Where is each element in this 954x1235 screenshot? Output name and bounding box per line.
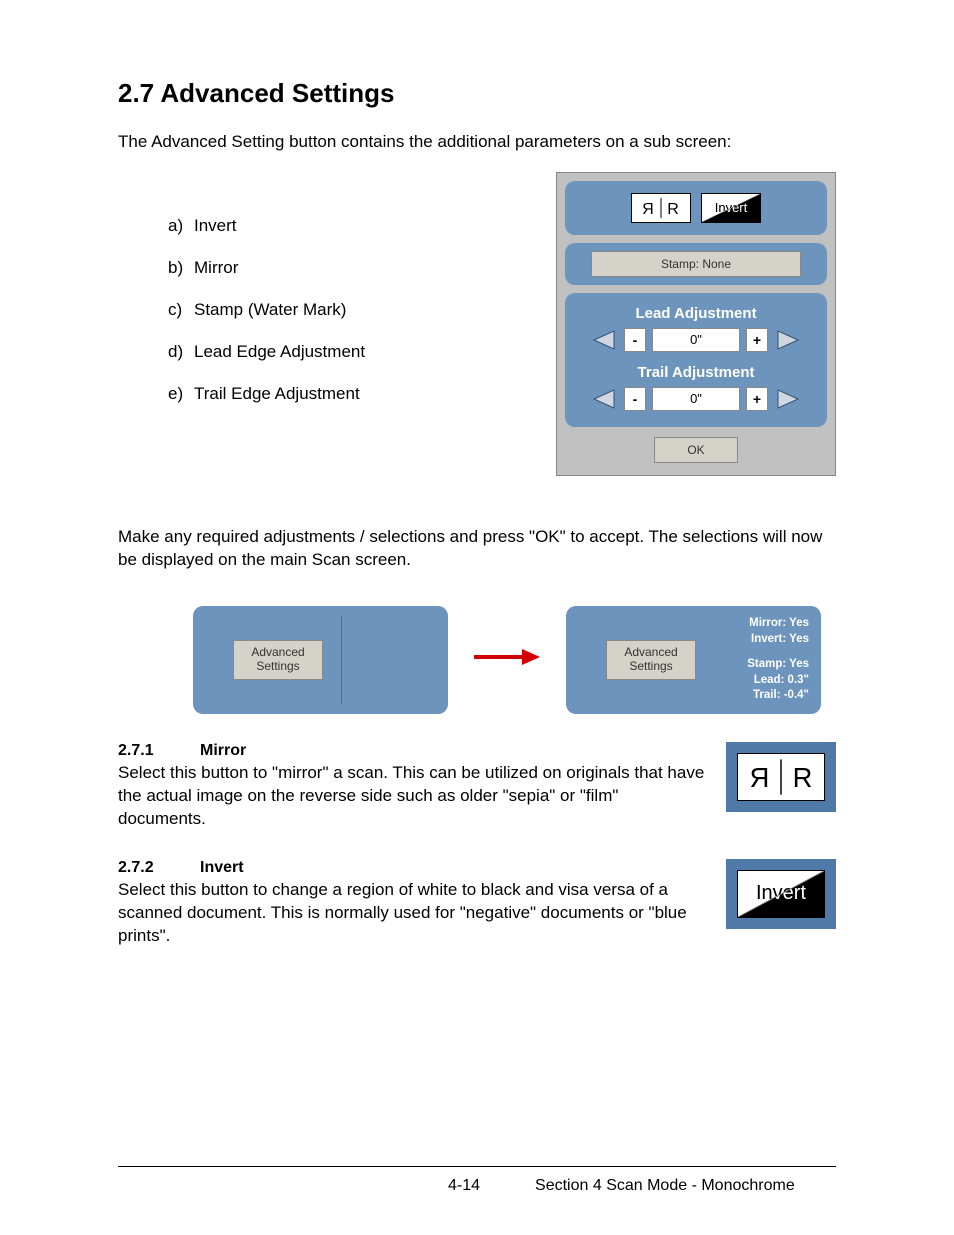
status-stamp: Stamp: Yes — [747, 657, 809, 673]
trail-decrease-arrow[interactable] — [590, 387, 618, 411]
lead-decrease-arrow[interactable] — [590, 328, 618, 352]
adv-btn-line1: Advanced — [251, 646, 304, 660]
sub1-title: Mirror — [200, 742, 246, 759]
status-mirror: Mirror: Yes — [747, 616, 809, 632]
status-invert: Invert: Yes — [747, 632, 809, 648]
advanced-settings-dialog: R R Invert Stamp: None Lead Adjustment — [556, 172, 836, 476]
footer-section: Section 4 Scan Mode - Monochrome — [535, 1177, 795, 1195]
feature-item-d: d)Lead Edge Adjustment — [168, 342, 365, 362]
stamp-button-label: Stamp: None — [661, 257, 731, 271]
result-panels-row: Advanced Settings Advanced Settings Mirr… — [178, 606, 836, 714]
intro-text: The Advanced Setting button contains the… — [118, 131, 836, 154]
sub2-num: 2.7.2 — [118, 859, 200, 877]
lead-minus-button[interactable]: - — [624, 328, 646, 352]
mirror-icon: R R — [639, 197, 683, 219]
section-heading: 2.7 Advanced Settings — [118, 78, 836, 109]
trail-increase-arrow[interactable] — [774, 387, 802, 411]
feature-b-label: Mirror — [194, 258, 238, 277]
mid-text: Make any required adjustments / selectio… — [118, 526, 836, 572]
feature-item-a: a)Invert — [168, 216, 365, 236]
adv-btn-line1: Advanced — [624, 646, 677, 660]
svg-text:R: R — [750, 762, 770, 793]
sub1-body: Select this button to "mirror" a scan. T… — [118, 762, 706, 831]
sub-heading-invert: 2.7.2Invert — [118, 859, 706, 877]
trail-plus-button[interactable]: + — [746, 387, 768, 411]
feature-a-label: Invert — [194, 216, 237, 235]
red-arrow-icon — [472, 647, 542, 672]
trail-value: 0" — [652, 387, 740, 411]
mirror-invert-panel: R R Invert — [565, 181, 827, 235]
sub1-num: 2.7.1 — [118, 742, 200, 760]
adv-btn-line2: Settings — [629, 660, 672, 674]
stamp-button[interactable]: Stamp: None — [591, 251, 801, 277]
status-trail: Trail: -0.4" — [747, 688, 809, 704]
stamp-panel: Stamp: None — [565, 243, 827, 285]
footer-divider — [118, 1166, 836, 1167]
page-footer: 4-14 Section 4 Scan Mode - Monochrome — [118, 1177, 836, 1195]
sub-heading-mirror: 2.7.1Mirror — [118, 742, 706, 760]
feature-d-label: Lead Edge Adjustment — [194, 342, 365, 361]
feature-e-label: Trail Edge Adjustment — [194, 384, 360, 403]
result-panel-before: Advanced Settings — [193, 606, 448, 714]
status-lead: Lead: 0.3" — [747, 673, 809, 689]
advanced-settings-button-after[interactable]: Advanced Settings — [606, 640, 696, 680]
right-arrow-icon — [776, 388, 800, 410]
lead-plus-button[interactable]: + — [746, 328, 768, 352]
panel-divider — [341, 616, 342, 704]
sub2-body: Select this button to change a region of… — [118, 879, 706, 948]
trail-adjustment-label: Trail Adjustment — [575, 364, 817, 381]
invert-icon-large: Invert — [737, 870, 825, 918]
advanced-settings-button-before[interactable]: Advanced Settings — [233, 640, 323, 680]
lead-value: 0" — [652, 328, 740, 352]
mirror-icon-box: R R — [726, 742, 836, 812]
trail-minus-button[interactable]: - — [624, 387, 646, 411]
mirror-icon-large: R R — [737, 753, 825, 801]
mirror-button[interactable]: R R — [631, 193, 691, 223]
adjustment-panel: Lead Adjustment - 0" + Trail Adjustment — [565, 293, 827, 427]
svg-text:R: R — [667, 201, 679, 218]
ok-button[interactable]: OK — [654, 437, 738, 463]
feature-list: a)Invert b)Mirror c)Stamp (Water Mark) d… — [168, 216, 365, 426]
result-panel-after: Advanced Settings Mirror: Yes Invert: Ye… — [566, 606, 821, 714]
status-column: Mirror: Yes Invert: Yes Stamp: Yes Lead:… — [747, 616, 811, 704]
footer-page-number: 4-14 — [448, 1177, 480, 1195]
sub2-title: Invert — [200, 859, 244, 876]
svg-text:R: R — [793, 762, 813, 793]
invert-button[interactable]: Invert — [701, 193, 761, 223]
svg-text:R: R — [642, 201, 654, 218]
feature-item-c: c)Stamp (Water Mark) — [168, 300, 365, 320]
right-arrow-icon — [776, 329, 800, 351]
feature-c-label: Stamp (Water Mark) — [194, 300, 346, 319]
adv-btn-line2: Settings — [256, 660, 299, 674]
left-arrow-icon — [592, 329, 616, 351]
feature-item-e: e)Trail Edge Adjustment — [168, 384, 365, 404]
invert-icon-text: Invert — [756, 882, 806, 905]
invert-button-label: Invert — [715, 200, 748, 215]
feature-item-b: b)Mirror — [168, 258, 365, 278]
lead-adjustment-label: Lead Adjustment — [575, 305, 817, 322]
left-arrow-icon — [592, 388, 616, 410]
invert-icon-box: Invert — [726, 859, 836, 929]
lead-increase-arrow[interactable] — [774, 328, 802, 352]
